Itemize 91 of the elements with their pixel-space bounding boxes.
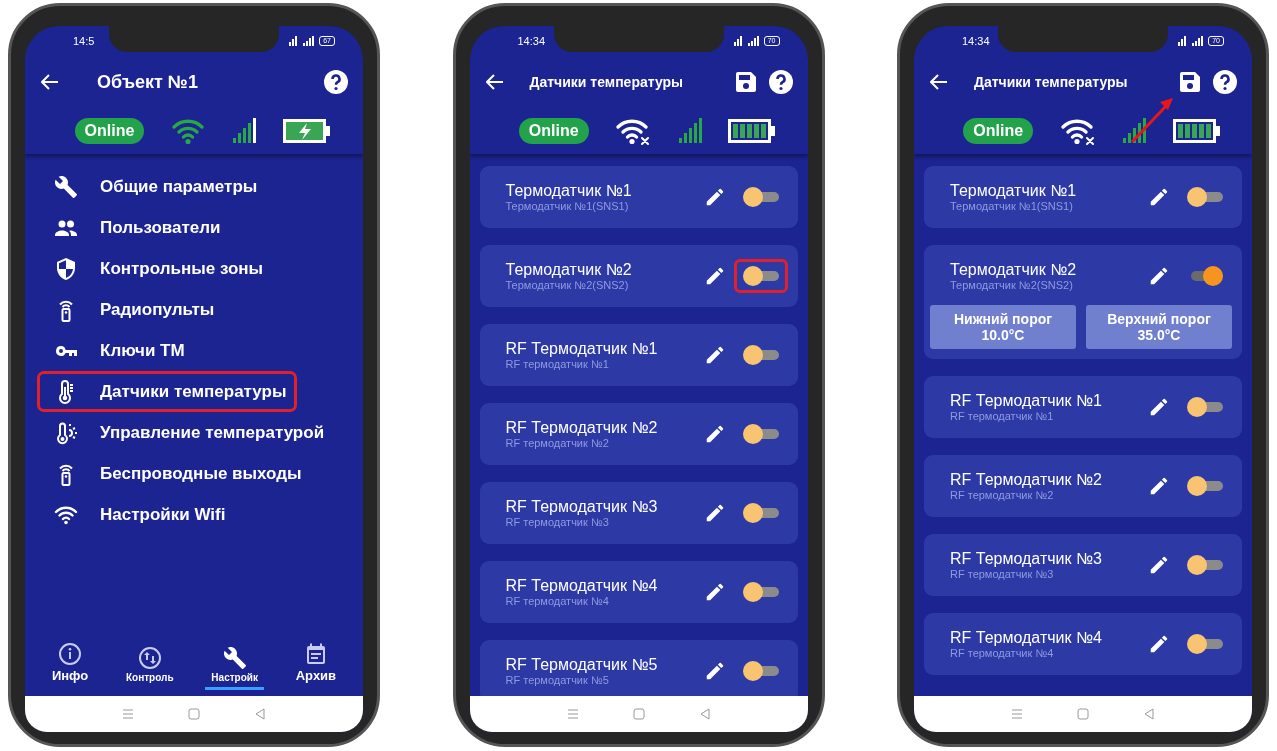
save-icon[interactable] [1178, 70, 1202, 94]
signal-strength-icon [232, 118, 257, 144]
toggle-switch[interactable] [742, 582, 779, 602]
sensor-subtitle: RF термодатчик №5 [505, 674, 610, 686]
sensor-subtitle: RF термодатчик №3 [505, 516, 610, 528]
back-arrow-icon[interactable] [485, 74, 504, 90]
sensor-subtitle: Термодатчик №2(SNS2) [950, 279, 1074, 291]
toggle-switch[interactable] [1187, 634, 1223, 654]
sensor-name: Термодатчик №2 [950, 261, 1078, 279]
signal-strength-icon [677, 118, 702, 144]
toggle-switch[interactable] [1187, 476, 1223, 496]
toggle-switch[interactable] [1187, 187, 1223, 207]
sensor-name: RF Термодатчик №3 [505, 498, 659, 516]
nav-tab[interactable]: Инфо [45, 642, 95, 690]
help-icon[interactable] [1212, 69, 1238, 95]
nav-tab[interactable]: Контроль [119, 646, 180, 690]
sensor-subtitle: RF термодатчик №4 [950, 647, 1055, 659]
up-down-arrows-icon [137, 646, 162, 670]
help-icon[interactable] [767, 69, 794, 95]
info-icon [58, 642, 83, 666]
back-arrow-icon[interactable] [930, 74, 948, 90]
sensor-subtitle: RF термодатчик №3 [950, 568, 1055, 580]
toggle-switch[interactable] [1187, 397, 1223, 417]
clock: 14:34 [962, 35, 990, 47]
toggle-switch[interactable] [742, 187, 779, 207]
sensor-name: Термодатчик №1 [950, 182, 1078, 200]
menu-item[interactable]: Датчики температуры [37, 371, 298, 412]
menu-item[interactable]: Контрольные зоны [37, 248, 275, 289]
sensor-subtitle: Термодатчик №1(SNS1) [505, 200, 630, 212]
back-icon[interactable] [1143, 708, 1155, 720]
menu-item[interactable]: Ключи ТМ [37, 330, 196, 371]
pencil-icon[interactable] [1148, 633, 1170, 655]
toggle-switch[interactable] [742, 661, 779, 681]
online-status-badge: Online [518, 118, 589, 144]
toggle-switch[interactable] [742, 266, 779, 286]
shield-icon [54, 256, 78, 281]
pencil-icon[interactable] [1148, 186, 1170, 208]
back-icon[interactable] [254, 708, 266, 720]
toggle-switch[interactable] [1187, 555, 1223, 575]
sensor-name: RF Термодатчик №1 [950, 392, 1103, 410]
sensor-name: Термодатчик №1 [505, 182, 633, 200]
sensor-name: RF Термодатчик №5 [505, 656, 659, 674]
online-status-badge: Online [74, 118, 145, 144]
cellular-signal-icon [733, 36, 760, 46]
clock: 14:5 [73, 35, 95, 47]
wrench-icon [222, 646, 247, 670]
help-icon[interactable] [323, 69, 349, 95]
sensor-subtitle: RF термодатчик №1 [505, 358, 610, 370]
sensor-subtitle: RF термодатчик №2 [950, 489, 1055, 501]
screen-title: Датчики температуры [973, 74, 1129, 90]
pencil-icon[interactable] [1148, 475, 1170, 497]
menu-item[interactable]: Управление температурой [37, 412, 336, 453]
sensor-name: RF Термодатчик №2 [950, 471, 1103, 489]
threshold-button[interactable]: Верхний порог 35.0°C [1086, 305, 1232, 349]
back-arrow-icon[interactable] [41, 74, 59, 90]
sensor-name: RF Термодатчик №4 [950, 629, 1103, 647]
online-status-badge: Online [963, 118, 1034, 144]
menu-item[interactable]: Настройки Wifi [37, 494, 237, 535]
threshold-button[interactable]: Нижний порог 10.0°C [930, 305, 1076, 349]
thermometer-sun-icon [54, 420, 78, 445]
toggle-switch[interactable] [742, 503, 779, 523]
sensor-subtitle: RF термодатчик №2 [505, 437, 610, 449]
menu-item[interactable]: Радиопульты [37, 289, 226, 330]
sensor-name: RF Термодатчик №3 [950, 550, 1103, 568]
screen-title: Датчики температуры [528, 74, 685, 90]
sensor-name: RF Термодатчик №2 [505, 419, 659, 437]
nav-tab[interactable]: Архив [289, 642, 343, 690]
save-icon[interactable] [733, 70, 758, 94]
pencil-icon[interactable] [1148, 265, 1170, 287]
sensor-name: Термодатчик №2 [505, 261, 633, 279]
toggle-switch[interactable] [742, 424, 779, 444]
screen-title: Объект №1 [96, 70, 199, 94]
wrench-icon [54, 174, 78, 199]
toggle-switch[interactable] [742, 345, 779, 365]
back-icon[interactable] [698, 708, 711, 720]
sensor-subtitle: Термодатчик №1(SNS1) [950, 200, 1074, 212]
sensor-subtitle: RF термодатчик №1 [950, 410, 1055, 422]
sensor-subtitle: RF термодатчик №4 [505, 595, 610, 607]
menu-item[interactable]: Общие параметры [37, 166, 269, 207]
cellular-signal-icon [289, 36, 316, 46]
menu-item[interactable]: Пользователи [37, 207, 232, 248]
pencil-icon[interactable] [1148, 396, 1170, 418]
sensor-subtitle: Термодатчик №2(SNS2) [505, 279, 630, 291]
nav-tab[interactable]: Настройк [205, 646, 264, 690]
menu-item[interactable]: Беспроводные выходы [37, 453, 313, 494]
signal-strength-icon [1122, 118, 1147, 144]
sensor-name: RF Термодатчик №1 [505, 340, 659, 358]
sensor-name: RF Термодатчик №4 [505, 577, 659, 595]
clock: 14:34 [517, 35, 546, 47]
pencil-icon[interactable] [1148, 554, 1170, 576]
cellular-signal-icon [1178, 36, 1205, 46]
